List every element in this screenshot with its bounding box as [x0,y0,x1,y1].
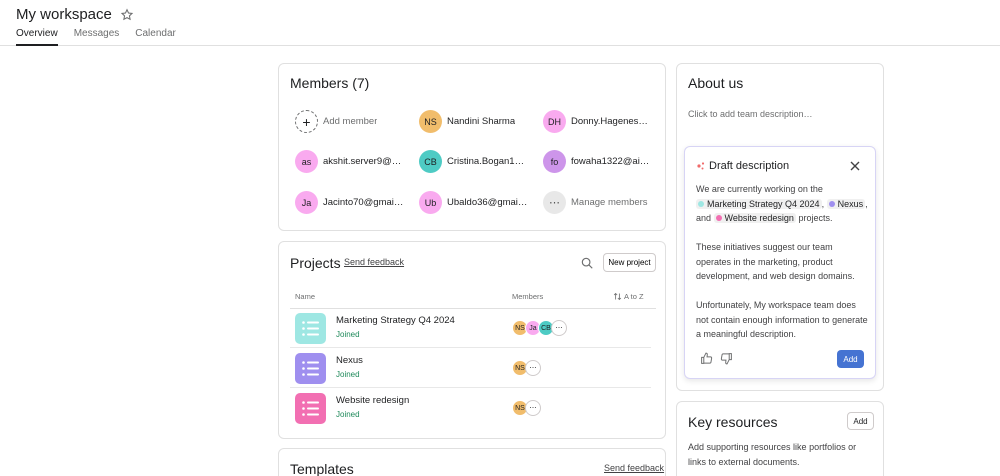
member-name: Donny.Hagenes… [571,116,648,127]
add-member-button[interactable]: + Add member [295,110,415,133]
tab-calendar[interactable]: Calendar [135,28,176,46]
sort-button[interactable]: A to Z [613,292,644,301]
members-card: Members (7) + Add member NS Nandini Shar… [278,63,666,231]
chip-label: Nexus [837,198,864,209]
member-name: akshit.server9@… [323,156,402,167]
member-item[interactable]: as akshit.server9@… [295,150,415,173]
projects-title: Projects [290,255,341,271]
manage-members-label: Manage members [571,197,648,208]
send-feedback-link[interactable]: Send feedback [604,463,664,473]
member-item[interactable]: fo fowaha1322@ai… [543,150,663,173]
project-status: Joined [336,330,360,339]
more-icon[interactable]: ⋯ [525,360,541,376]
sort-label: A to Z [624,292,644,301]
draft-text: We are currently working on the [696,184,823,194]
draft-title-row: Draft description [696,160,789,172]
draft-paragraph: We are currently working on the Marketin… [696,182,868,226]
tab-overview[interactable]: Overview [16,28,58,46]
search-icon[interactable] [580,256,594,270]
members-title: Members (7) [290,75,370,91]
send-feedback-link[interactable]: Send feedback [344,257,404,267]
draft-description-popover: Draft description We are currently worki… [684,146,876,379]
templates-card: Templates Send feedback [278,448,666,476]
thumbs-down-icon[interactable] [720,352,733,365]
tab-bar: Overview Messages Calendar [16,28,192,46]
avatar: Ja [295,191,318,214]
add-description-button[interactable]: Add [837,350,864,368]
list-icon [295,393,326,424]
about-us-title: About us [688,75,744,91]
workspace-title-row: My workspace [16,6,134,23]
key-resources-description: Add supporting resources like portfolios… [688,442,857,467]
color-dot [828,200,835,207]
project-chip[interactable]: Marketing Strategy Q4 2024 [696,198,822,209]
draft-paragraph: These initiatives suggest our team opera… [696,242,855,281]
member-name: Ubaldo36@gmai… [447,197,528,208]
team-description-input[interactable]: Click to add team description… [688,109,813,119]
avatar: fo [543,150,566,173]
close-icon[interactable] [849,160,861,172]
project-name: Nexus [336,355,363,366]
avatar: as [295,150,318,173]
member-item[interactable]: DH Donny.Hagenes… [543,110,663,133]
member-item[interactable]: Ja Jacinto70@gmai… [295,191,415,214]
member-name: Cristina.Bogan1… [447,156,525,167]
list-icon [295,353,326,384]
manage-members-button[interactable]: ⋯ Manage members [543,191,663,214]
avatar: CB [419,150,442,173]
more-icon[interactable]: ⋯ [525,400,541,416]
list-icon [295,313,326,344]
add-resource-button[interactable]: Add [847,412,874,430]
member-item[interactable]: Ub Ubaldo36@gmai… [419,191,539,214]
key-resources-card: Key resources Add Add supporting resourc… [676,401,884,476]
thumbs-up-icon[interactable] [700,352,713,365]
templates-title: Templates [290,461,354,476]
project-chip[interactable]: Nexus [826,198,866,209]
project-chip[interactable]: Website redesign [713,213,796,223]
key-resources-title: Key resources [688,414,778,430]
project-name: Website redesign [336,395,410,406]
more-icon[interactable]: ⋯ [551,320,567,336]
member-item[interactable]: CB Cristina.Bogan1… [419,150,539,173]
draft-title: Draft description [709,160,790,172]
add-member-label: Add member [323,116,378,127]
more-icon: ⋯ [543,191,566,214]
draft-paragraph: Unfortunately, My workspace team does no… [696,300,868,339]
new-project-button[interactable]: New project [603,253,656,272]
avatar: Ub [419,191,442,214]
tab-messages[interactable]: Messages [74,28,120,46]
draft-text: projects. [798,213,833,223]
member-name: Nandini Sharma [447,116,516,127]
table-row[interactable]: Website redesign Joined NS ⋯ [290,389,651,428]
draft-text: , [821,198,825,209]
star-icon[interactable] [120,8,134,22]
chip-label: Marketing Strategy Q4 2024 [707,198,820,209]
draft-body: We are currently working on the Marketin… [696,182,868,356]
color-dot [715,215,722,221]
color-dot [698,200,704,207]
column-header-members: Members [512,292,544,301]
member-name: Jacinto70@gmai… [323,197,404,208]
member-name: fowaha1322@ai… [571,156,650,167]
sort-icon [613,292,622,301]
projects-card: Projects Send feedback New project Name … [278,241,666,439]
plus-icon: + [295,110,318,133]
avatar: NS [419,110,442,133]
project-status: Joined [336,370,360,379]
column-header-name: Name [295,292,316,301]
avatar: DH [543,110,566,133]
chip-label: Website redesign [724,213,794,223]
sparkle-icon [697,162,705,170]
workspace-title: My workspace [16,6,112,23]
project-name: Marketing Strategy Q4 2024 [336,315,455,326]
workspace-header: My workspace Overview Messages Calendar [0,0,1000,46]
project-status: Joined [336,410,360,419]
member-item[interactable]: NS Nandini Sharma [419,110,539,133]
table-row[interactable]: Nexus Joined NS ⋯ [290,349,651,388]
table-row[interactable]: Marketing Strategy Q4 2024 Joined NS Ja … [290,309,651,348]
